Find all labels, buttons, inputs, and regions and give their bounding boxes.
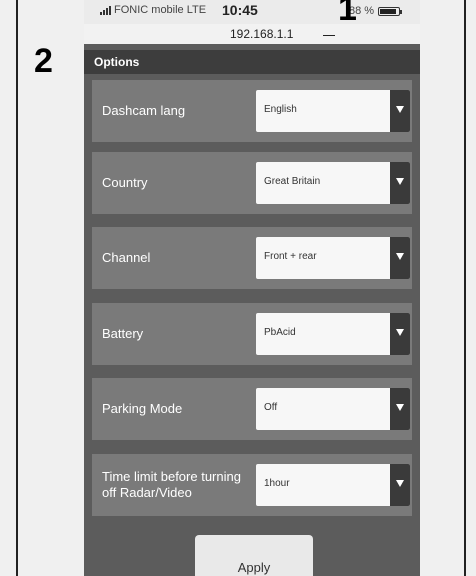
select-value: English bbox=[264, 104, 297, 115]
setting-label: Battery bbox=[102, 326, 144, 341]
options-header: Options bbox=[84, 50, 420, 74]
phone-screen: FONIC mobile LTE 10:45 88 % 192.168.1.1 … bbox=[84, 0, 420, 576]
page-border-left bbox=[16, 0, 18, 576]
callout-leader-line bbox=[323, 35, 335, 36]
dropdown-arrow-icon[interactable] bbox=[390, 237, 410, 279]
page-border-right bbox=[464, 0, 466, 576]
select-value: 1hour bbox=[264, 478, 290, 489]
callout-1: 1 bbox=[338, 0, 357, 28]
setting-row-country: Country Great Britain bbox=[92, 152, 412, 214]
dashcam-lang-select[interactable]: English bbox=[256, 90, 410, 132]
channel-select[interactable]: Front + rear bbox=[256, 237, 410, 279]
dropdown-arrow-icon[interactable] bbox=[390, 464, 410, 506]
apply-button[interactable]: Apply bbox=[195, 535, 313, 576]
setting-row-battery: Battery PbAcid bbox=[92, 303, 412, 365]
status-time: 10:45 bbox=[222, 2, 258, 18]
setting-label: Time limit before turning off Radar/Vide… bbox=[102, 469, 241, 500]
select-value: Off bbox=[264, 402, 278, 413]
select-value: PbAcid bbox=[264, 327, 296, 338]
address-bar[interactable]: 192.168.1.1 bbox=[84, 24, 420, 44]
carrier-info: FONIC mobile LTE bbox=[100, 4, 206, 16]
country-select[interactable]: Great Britain bbox=[256, 162, 410, 204]
parking-mode-select[interactable]: Off bbox=[256, 388, 410, 430]
dropdown-arrow-icon[interactable] bbox=[390, 313, 410, 355]
battery-icon bbox=[378, 6, 403, 16]
dropdown-arrow-icon[interactable] bbox=[390, 90, 410, 132]
dropdown-arrow-icon[interactable] bbox=[390, 388, 410, 430]
select-value: Great Britain bbox=[264, 176, 321, 187]
setting-row-time-limit: Time limit before turning off Radar/Vide… bbox=[92, 454, 412, 516]
setting-label: Channel bbox=[102, 250, 151, 265]
callout-2: 2 bbox=[34, 42, 53, 80]
setting-row-parking-mode: Parking Mode Off bbox=[92, 378, 412, 440]
setting-row-dashcam-lang: Dashcam lang English bbox=[92, 80, 412, 142]
network-type: LTE bbox=[186, 4, 207, 16]
battery-select[interactable]: PbAcid bbox=[256, 313, 410, 355]
signal-icon bbox=[100, 5, 111, 15]
url-text: 192.168.1.1 bbox=[230, 27, 294, 41]
setting-row-channel: Channel Front + rear bbox=[92, 227, 412, 289]
status-bar: FONIC mobile LTE 10:45 88 % bbox=[84, 0, 420, 24]
setting-label: Dashcam lang bbox=[102, 103, 186, 118]
select-value: Front + rear bbox=[264, 251, 317, 262]
setting-label: Parking Mode bbox=[102, 401, 183, 416]
carrier-name: FONIC mobile bbox=[114, 4, 184, 16]
dropdown-arrow-icon[interactable] bbox=[390, 162, 410, 204]
time-limit-select[interactable]: 1hour bbox=[256, 464, 410, 506]
setting-label: Country bbox=[102, 175, 148, 190]
